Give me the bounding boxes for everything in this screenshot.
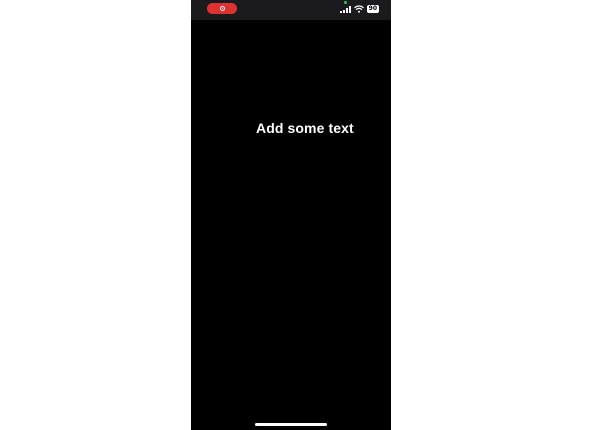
status-bar: 90 — [191, 0, 391, 20]
battery-icon: 90 — [366, 5, 379, 13]
page: 90 Add some text — [0, 0, 592, 430]
cellular-signal-icon — [339, 5, 351, 13]
status-icons: 90 — [339, 4, 379, 14]
screen-recording-icon — [219, 6, 225, 11]
wifi-icon — [353, 5, 364, 13]
screen-recording-indicator[interactable] — [207, 3, 237, 14]
home-indicator[interactable] — [255, 423, 327, 426]
phone-screen: 90 Add some text — [191, 0, 391, 430]
text-overlay[interactable]: Add some text — [256, 120, 354, 136]
battery-level: 90 — [368, 5, 377, 12]
